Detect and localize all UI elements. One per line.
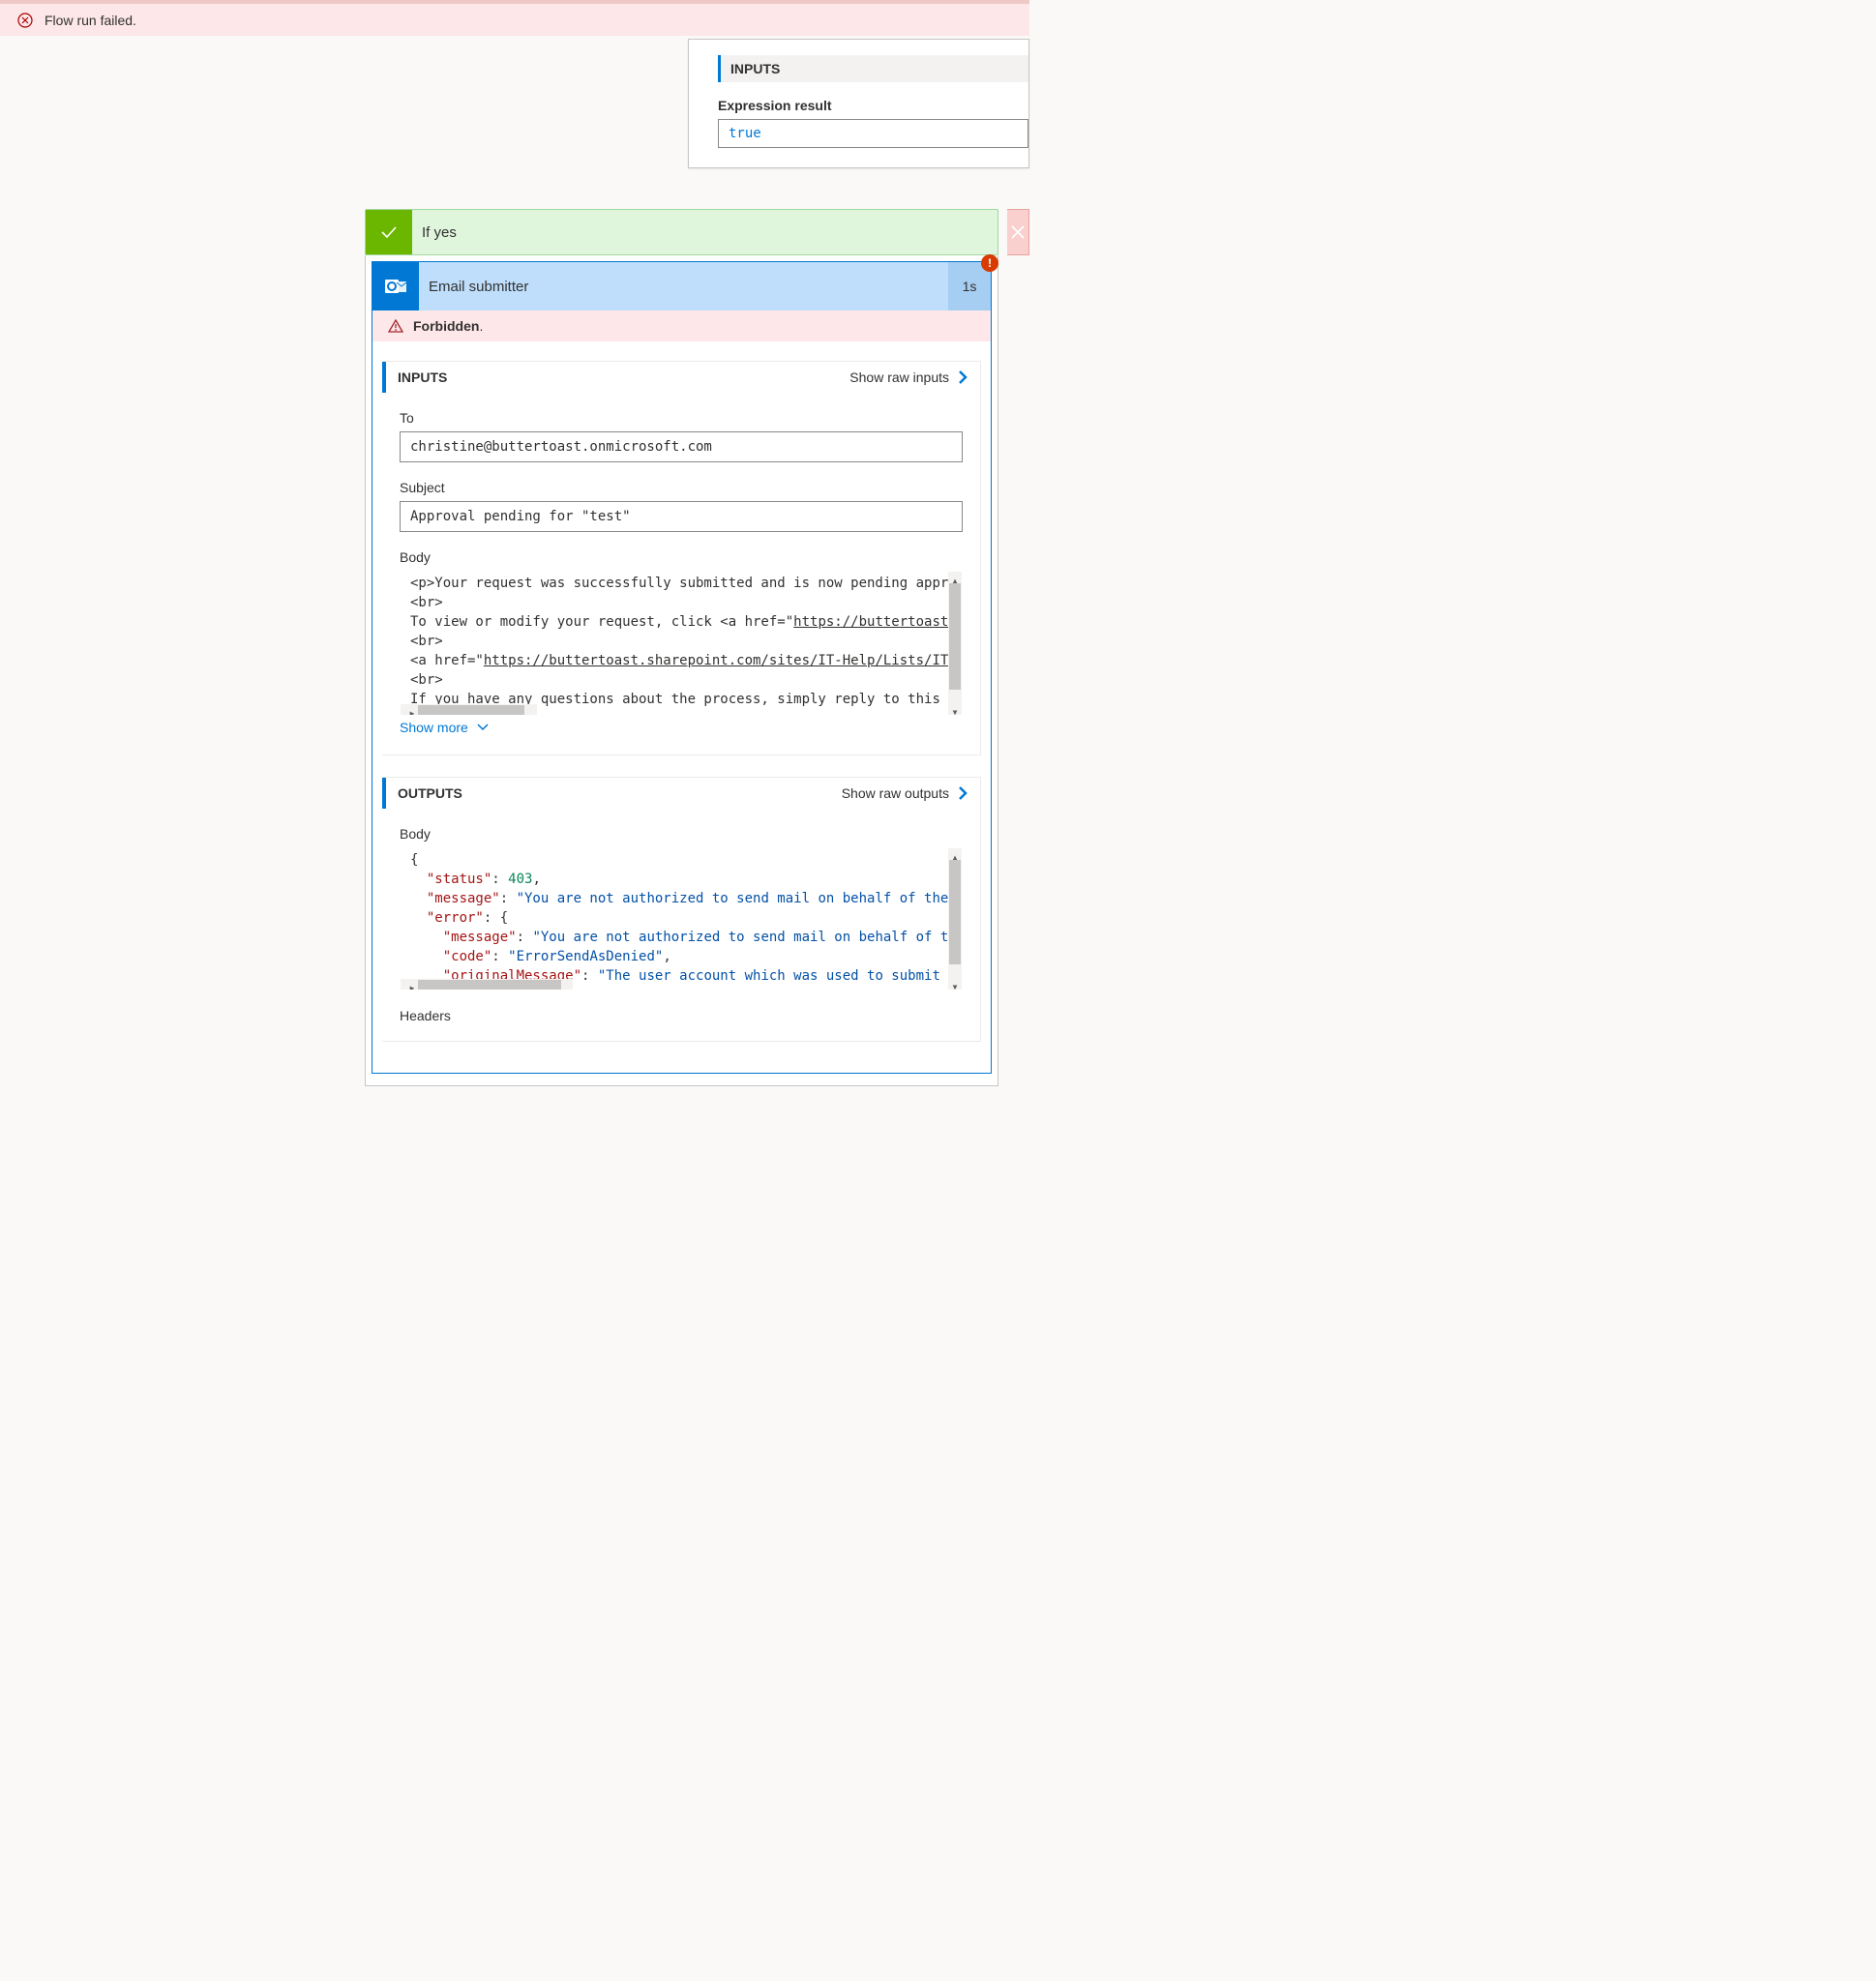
output-headers-label: Headers: [400, 1008, 963, 1023]
body-value[interactable]: <p>Your request was successfully submitt…: [400, 571, 963, 716]
outlook-icon: [372, 262, 419, 310]
expression-result-label: Expression result: [718, 82, 1028, 119]
action-title: Email submitter: [419, 262, 948, 310]
to-label: To: [400, 410, 963, 426]
show-more-link[interactable]: Show more: [400, 716, 963, 743]
scrollbar-horizontal[interactable]: ◀: [406, 704, 537, 716]
error-circle-icon: [17, 13, 33, 28]
scrollbar-horizontal-end[interactable]: ▶: [401, 979, 418, 990]
scrollbar-horizontal-end[interactable]: ▶: [401, 704, 418, 716]
action-header[interactable]: Email submitter 1s: [372, 262, 991, 310]
action-inputs-panel: INPUTS Show raw inputs To christine@butt…: [382, 361, 981, 755]
close-icon: [1007, 222, 1028, 243]
subject-label: Subject: [400, 480, 963, 495]
check-icon: [366, 210, 412, 254]
chevron-down-icon: [476, 723, 490, 732]
if-no-branch[interactable]: [1007, 209, 1029, 255]
scrollbar-horizontal[interactable]: ◀: [406, 979, 573, 990]
expression-result-value: true: [718, 119, 1028, 148]
scrollbar-vertical[interactable]: ▲ ▼: [948, 848, 962, 990]
if-yes-label: If yes: [412, 224, 457, 241]
inputs-title: INPUTS: [398, 370, 447, 385]
email-submitter-action[interactable]: ! Email submitter 1s Forbidden.: [372, 261, 992, 1074]
show-raw-outputs-link[interactable]: Show raw outputs: [842, 785, 968, 801]
show-raw-inputs-link[interactable]: Show raw inputs: [849, 370, 968, 385]
if-yes-body: ! Email submitter 1s Forbidden.: [365, 255, 998, 1086]
action-body: INPUTS Show raw inputs To christine@butt…: [372, 341, 991, 1073]
action-outputs-panel: OUTPUTS Show raw outputs Body { "status"…: [382, 777, 981, 1042]
error-badge-icon: !: [981, 254, 998, 272]
warning-triangle-icon: [388, 318, 403, 334]
subject-value[interactable]: Approval pending for "test": [400, 501, 963, 532]
output-body-value[interactable]: { "status": 403, "message": "You are not…: [400, 847, 963, 990]
chevron-right-icon: [957, 370, 968, 385]
if-yes-branch[interactable]: If yes: [365, 209, 998, 255]
to-value[interactable]: christine@buttertoast.onmicrosoft.com: [400, 431, 963, 462]
inputs-section-header: INPUTS: [718, 55, 1028, 82]
scrollbar-vertical[interactable]: ▲ ▼: [948, 572, 962, 715]
body-label: Body: [400, 549, 963, 565]
forbidden-error-bar: Forbidden.: [372, 310, 991, 341]
forbidden-label: Forbidden: [413, 318, 479, 334]
condition-inputs-panel: INPUTS Expression result true: [688, 39, 1029, 168]
outputs-title: OUTPUTS: [398, 785, 462, 801]
flow-error-banner: Flow run failed.: [0, 4, 1029, 36]
chevron-right-icon: [957, 785, 968, 801]
condition-branch-header: If yes: [365, 209, 1029, 255]
banner-message: Flow run failed.: [45, 13, 136, 28]
output-body-label: Body: [400, 826, 963, 842]
